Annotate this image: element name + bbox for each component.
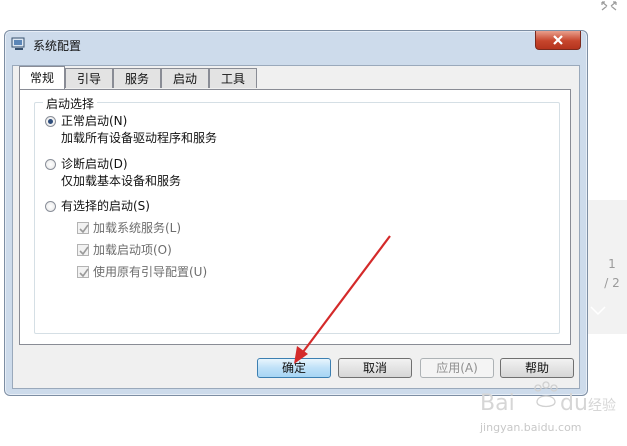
- option-selective-startup-label[interactable]: 有选择的启动(S): [61, 197, 150, 214]
- expand-icon[interactable]: [600, 0, 618, 12]
- use-original-boot-config-label: 使用原有引导配置(U): [93, 265, 208, 279]
- startup-selection-group: 启动选择 正常启动(N) 加载所有设备驱动程序和服务 诊断启动(D) 仅加载基本…: [34, 95, 560, 334]
- page-total: / 2: [604, 276, 620, 290]
- page-current: 1: [608, 257, 616, 271]
- cancel-button[interactable]: 取消: [338, 358, 412, 378]
- close-icon: [553, 35, 563, 45]
- check-icon: [79, 268, 89, 278]
- window-title: 系统配置: [33, 39, 82, 53]
- option-normal-startup-label[interactable]: 正常启动(N): [61, 112, 127, 129]
- load-system-services-label: 加载系统服务(L): [93, 221, 182, 235]
- tab-startup[interactable]: 启动: [161, 68, 209, 88]
- apply-button[interactable]: 应用(A): [420, 358, 494, 378]
- group-title: 启动选择: [43, 95, 98, 112]
- app-icon: [11, 37, 25, 50]
- tab-boot[interactable]: 引导: [65, 68, 113, 88]
- svg-text:经验: 经验: [588, 398, 616, 414]
- check-icon: [79, 246, 89, 256]
- help-button[interactable]: 帮助: [500, 358, 574, 378]
- watermark-url: jingyan.baidu.com: [480, 421, 582, 434]
- radio-selective-startup[interactable]: [45, 201, 56, 212]
- checkbox-load-system-services[interactable]: [77, 222, 89, 234]
- radio-diagnostic-startup[interactable]: [45, 159, 56, 170]
- tab-services[interactable]: 服务: [113, 68, 161, 88]
- system-configuration-window: 系统配置 常规 引导 服务 启动 工具 启动选择 正常启动(N) 加载所有设备驱…: [4, 30, 588, 396]
- checkbox-use-original-boot-config[interactable]: [77, 266, 89, 278]
- check-icon: [79, 224, 89, 234]
- option-diagnostic-startup-description: 仅加载基本设备和服务: [61, 174, 182, 188]
- svg-text:du: du: [560, 391, 588, 416]
- load-startup-items-label: 加载启动项(O): [93, 243, 172, 257]
- ok-button[interactable]: 确定: [257, 358, 331, 378]
- option-normal-startup-description: 加载所有设备驱动程序和服务: [61, 131, 218, 145]
- option-diagnostic-startup-label[interactable]: 诊断启动(D): [61, 155, 128, 172]
- tab-tools[interactable]: 工具: [209, 68, 257, 88]
- dialog-client-area: 常规 引导 服务 启动 工具 启动选择 正常启动(N) 加载所有设备驱动程序和服…: [12, 65, 580, 389]
- tab-panel-general: 启动选择 正常启动(N) 加载所有设备驱动程序和服务 诊断启动(D) 仅加载基本…: [19, 89, 571, 345]
- chevron-down-icon[interactable]: [590, 306, 606, 316]
- checkbox-load-startup-items[interactable]: [77, 244, 89, 256]
- close-button[interactable]: [535, 31, 581, 50]
- title-bar[interactable]: 系统配置: [5, 31, 587, 57]
- svg-text:Bai: Bai: [480, 391, 515, 416]
- tab-general[interactable]: 常规: [19, 66, 65, 89]
- radio-normal-startup[interactable]: [45, 116, 56, 127]
